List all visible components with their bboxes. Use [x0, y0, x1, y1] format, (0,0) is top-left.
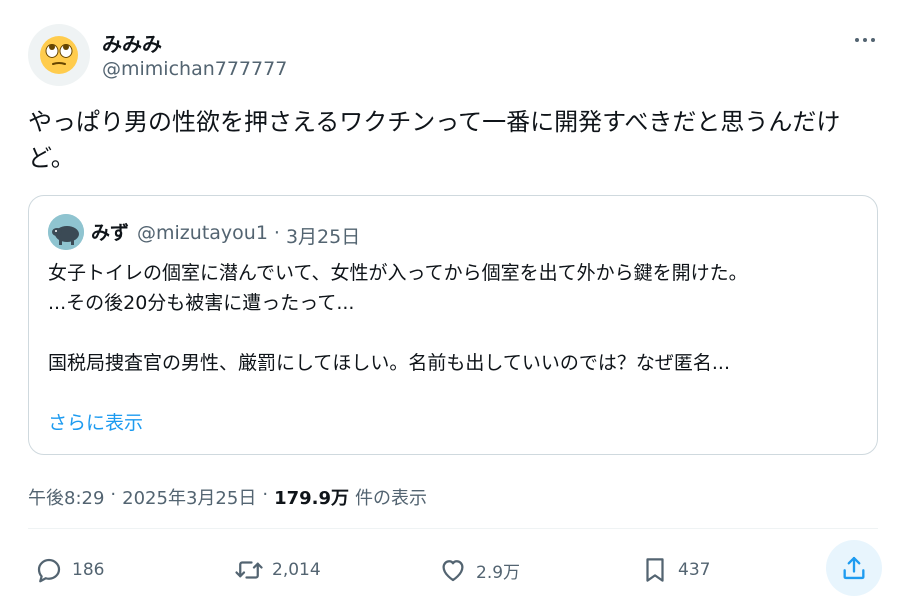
retweet-count: 2,014	[272, 560, 321, 580]
bookmark-count: 437	[678, 560, 711, 580]
show-more-link[interactable]: さらに表示	[48, 408, 143, 435]
views-label: 件の表示	[355, 488, 427, 509]
author-handle[interactable]: @mimichan777777	[102, 58, 287, 80]
quoted-meta: @mizutayou1 · 3月25日	[137, 222, 360, 249]
share-button[interactable]	[826, 540, 882, 596]
quoted-author-avatar[interactable]	[48, 214, 84, 250]
face-with-rolling-eyes-emoji-icon	[40, 36, 78, 74]
retweet-button[interactable]: 2,014	[234, 553, 321, 587]
retweet-icon	[235, 561, 263, 579]
bookmark-button[interactable]: 437	[640, 553, 710, 587]
heart-icon	[442, 560, 464, 582]
share-icon	[843, 556, 865, 580]
quoted-separator: ·	[273, 222, 280, 244]
quoted-text-line	[48, 318, 868, 348]
like-button[interactable]: 2.9万	[438, 553, 520, 587]
meta-separator: ·	[110, 484, 117, 505]
quoted-tweet[interactable]: みず @mizutayou1 · 3月25日 女子トイレの個室に潜んでいて、女性…	[28, 195, 878, 455]
boar-avatar-icon	[48, 214, 84, 250]
quoted-text-line: ...その後20分も被害に遭ったって...	[48, 292, 355, 314]
views-count: 179.9万	[274, 488, 349, 509]
more-dots-icon	[855, 38, 859, 42]
quoted-text-line: 国税局捜査官の男性、厳罰にしてほしい。名前も出していいのでは？なぜ匿名...	[48, 352, 730, 374]
reply-count: 186	[72, 560, 105, 580]
reply-icon	[37, 558, 61, 583]
like-count: 2.9万	[476, 562, 521, 583]
quoted-handle[interactable]: @mizutayou1	[137, 222, 268, 249]
quoted-display-name[interactable]: みず	[91, 218, 129, 245]
quoted-header: みず @mizutayou1 · 3月25日	[91, 218, 360, 249]
author-avatar[interactable]	[28, 24, 90, 86]
reply-button[interactable]: 186	[34, 553, 104, 587]
tweet-card: みみみ @mimichan777777 やっぱり男の性欲を押さえるワクチンって一…	[0, 0, 897, 607]
tweet-time[interactable]: 午後8:29	[28, 484, 104, 510]
more-options-button[interactable]	[848, 28, 882, 52]
quoted-tweet-text: 女子トイレの個室に潜んでいて、女性が入ってから個室を出て外から鍵を開けた。 ..…	[48, 258, 868, 378]
quoted-text-line: 女子トイレの個室に潜んでいて、女性が入ってから個室を出て外から鍵を開けた。	[48, 262, 748, 284]
meta-separator: ·	[262, 484, 269, 505]
divider	[28, 528, 878, 529]
quoted-date[interactable]: 3月25日	[286, 222, 360, 249]
tweet-date[interactable]: 2025年3月25日	[122, 484, 256, 510]
tweet-text: やっぱり男の性欲を押さえるワクチンって一番に開発すべきだと思うんだけど。	[28, 108, 841, 172]
bookmark-icon	[646, 558, 664, 582]
author-display-name[interactable]: みみみ	[102, 28, 162, 57]
tweet-meta: 午後8:29 · 2025年3月25日 · 179.9万 件の表示	[28, 484, 427, 510]
